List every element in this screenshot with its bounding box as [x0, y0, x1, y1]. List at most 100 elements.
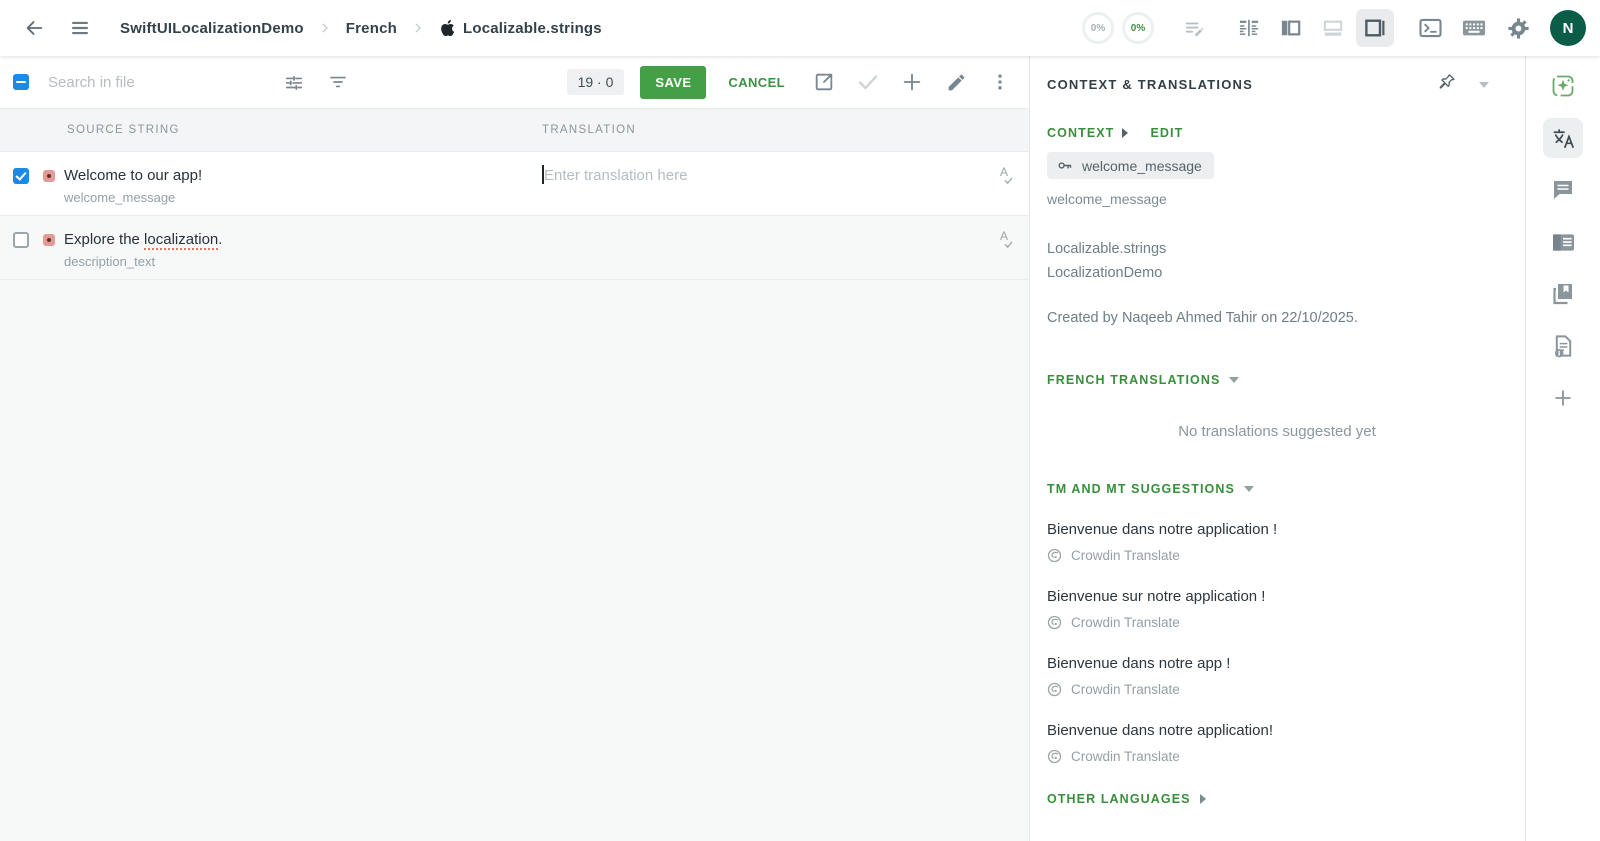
multilingual-view-icon [1323, 20, 1343, 36]
panel-title: CONTEXT & TRANSLATIONS [1047, 77, 1253, 92]
spellcheck-button[interactable]: A [1000, 230, 1013, 248]
draft-suggestions-button[interactable] [1176, 10, 1212, 46]
settings-button[interactable] [1500, 10, 1536, 46]
header-actions: 0% 0% N [1082, 9, 1586, 47]
french-translations-section-header[interactable]: FRENCH TRANSLATIONS [1047, 373, 1507, 387]
crowdin-translate-icon [1047, 682, 1062, 697]
edit-context-button[interactable]: EDIT [1150, 126, 1183, 140]
main-menu-button[interactable] [62, 10, 98, 46]
approved-progress-ring[interactable]: 0% [1122, 12, 1154, 44]
pencil-icon [948, 74, 964, 90]
row-checkbox[interactable] [13, 168, 29, 184]
right-panel-view-icon [1365, 19, 1385, 37]
suggestion-item[interactable]: Bienvenue dans notre application ! Crowd… [1047, 520, 1507, 563]
source-string-text[interactable]: Welcome to our app! [64, 165, 202, 186]
other-languages-label: OTHER LANGUAGES [1047, 792, 1191, 806]
spellcheck-check-icon [1004, 241, 1013, 248]
other-languages-section-header[interactable]: OTHER LANGUAGES [1047, 792, 1507, 806]
comments-tab[interactable] [1543, 170, 1583, 210]
untranslated-status-icon [43, 170, 55, 182]
breadcrumb-language[interactable]: French [346, 20, 397, 37]
suggestion-text[interactable]: Bienvenue dans notre app ! [1047, 654, 1507, 674]
string-row[interactable]: Welcome to our app! welcome_message Ente… [0, 152, 1029, 216]
breadcrumb-project[interactable]: SwiftUILocalizationDemo [120, 20, 304, 37]
avatar-initial: N [1562, 19, 1574, 37]
side-by-side-view-button[interactable] [1272, 9, 1310, 47]
source-cell: Welcome to our app! welcome_message [0, 152, 520, 215]
gear-icon [1507, 17, 1529, 39]
back-arrow-icon [26, 21, 43, 35]
suggestion-text[interactable]: Bienvenue sur notre application ! [1047, 587, 1507, 607]
context-project-name: LocalizationDemo [1047, 265, 1163, 281]
tm-mt-section-header[interactable]: TM AND MT SUGGESTIONS [1047, 482, 1507, 496]
source-text-part: Explore the [64, 231, 145, 248]
save-button[interactable]: SAVE [640, 65, 707, 99]
source-cell: Explore the localization. description_te… [0, 216, 520, 279]
search-toolbar: 19 · 0 SAVE CANCEL [0, 56, 1029, 108]
translated-progress-value: 0% [1090, 22, 1106, 34]
suggestion-item[interactable]: Bienvenue dans notre app ! Crowdin Trans… [1047, 654, 1507, 697]
comfortable-view-button[interactable] [1230, 9, 1268, 47]
collapse-caret-icon[interactable] [1479, 81, 1489, 88]
kebab-menu-icon [998, 74, 1002, 90]
source-string-text[interactable]: Explore the localization. [64, 229, 222, 250]
search-input[interactable] [48, 73, 273, 91]
translation-cell[interactable]: A [520, 216, 1029, 279]
suggestion-item[interactable]: Bienvenue sur notre application ! Crowdi… [1047, 587, 1507, 630]
filter-strings-button[interactable] [325, 65, 351, 99]
ai-assistant-tab[interactable] [1543, 66, 1583, 106]
edit-string-button[interactable] [939, 65, 973, 99]
string-row[interactable]: Explore the localization. description_te… [0, 216, 1029, 280]
file-context-tab[interactable] [1543, 326, 1583, 366]
draft-suggestions-icon [1185, 22, 1204, 37]
panel-switcher-bar [1525, 56, 1600, 841]
string-key-chip[interactable]: welcome_message [1047, 152, 1214, 179]
row-checkbox[interactable] [13, 232, 29, 248]
translation-cell[interactable]: Enter translation here A [520, 152, 1029, 215]
string-info-tab[interactable] [1543, 222, 1583, 262]
glossary-tab[interactable] [1543, 274, 1583, 314]
terminology-book-icon [1553, 284, 1572, 305]
right-panel-view-button[interactable] [1356, 9, 1394, 47]
suggestion-text[interactable]: Bienvenue dans notre application ! [1047, 520, 1507, 540]
untranslated-status-icon [43, 234, 55, 246]
avatar[interactable]: N [1550, 10, 1586, 46]
comfortable-view-icon [1239, 19, 1259, 37]
suggestion-item[interactable]: Bienvenue dans notre application! Crowdi… [1047, 721, 1507, 764]
comment-icon [1554, 181, 1572, 199]
panel-header: CONTEXT & TRANSLATIONS [1047, 72, 1507, 97]
unpin-button[interactable] [1437, 72, 1457, 97]
suggestion-text[interactable]: Bienvenue dans notre application! [1047, 721, 1507, 741]
translated-progress-ring[interactable]: 0% [1082, 12, 1114, 44]
select-all-checkbox[interactable] [13, 74, 29, 90]
copy-source-icon [815, 73, 833, 91]
collapse-section-icon [1243, 486, 1254, 492]
cancel-button[interactable]: CANCEL [716, 66, 797, 99]
expand-section-icon [1199, 794, 1206, 804]
context-label[interactable]: CONTEXT [1047, 126, 1114, 140]
translations-tab[interactable] [1543, 118, 1583, 158]
shortcuts-button[interactable] [1456, 10, 1492, 46]
more-options-button[interactable] [983, 65, 1017, 99]
suggestion-provider: Crowdin Translate [1071, 749, 1180, 764]
breadcrumb-file[interactable]: Localizable.strings [439, 19, 602, 37]
add-string-button[interactable] [895, 65, 929, 99]
multilingual-view-button[interactable] [1314, 9, 1352, 47]
file-info-icon [1554, 335, 1571, 358]
context-file-info: Localizable.strings LocalizationDemo [1047, 237, 1507, 285]
filter-settings-button[interactable] [281, 65, 307, 99]
top-header: SwiftUILocalizationDemo French Localizab… [0, 0, 1600, 56]
spellcheck-button[interactable]: A [1000, 166, 1013, 184]
no-translations-message: No translations suggested yet [1178, 423, 1376, 440]
filter-icon [330, 76, 346, 88]
translation-placeholder: Enter translation here [544, 167, 688, 184]
approve-button[interactable] [851, 65, 885, 99]
add-panel-tab[interactable] [1543, 378, 1583, 418]
spellcheck-check-icon [1004, 177, 1013, 184]
copy-source-button[interactable] [807, 65, 841, 99]
console-button[interactable] [1412, 10, 1448, 46]
collapse-section-icon [1229, 377, 1240, 383]
plus-icon [903, 73, 921, 91]
context-expand-icon[interactable] [1122, 128, 1129, 138]
back-button[interactable] [16, 10, 52, 46]
